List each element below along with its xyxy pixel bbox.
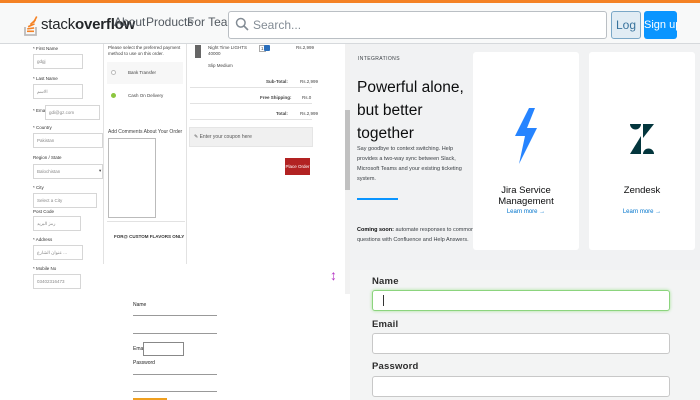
checkout-form-panel: * First Name gdgj * Last Name الاسم * Em…: [0, 44, 345, 294]
post-code-label: Post Code: [33, 209, 55, 214]
zendesk-card-title: Zendesk: [623, 185, 661, 196]
first-name-label: * First Name: [33, 46, 59, 51]
custom-flavors-note: FOR@ CUSTOM FLAVORS ONLY: [114, 234, 185, 239]
jira-icon: [511, 108, 541, 169]
integrations-section: INTEGRATIONS Powerful alone, but better …: [350, 44, 700, 270]
region-label: Region / State: [33, 155, 62, 160]
section-title: Powerful alone, but better together: [357, 79, 464, 142]
section-body: Say goodbye to context switching. Help p…: [357, 146, 462, 182]
password-input[interactable]: [372, 376, 670, 397]
bank-transfer-label: Bank Transfer: [128, 70, 157, 75]
post-code-field[interactable]: رمز البريد: [33, 216, 81, 231]
place-order-button[interactable]: Place Order: [285, 158, 310, 175]
search-input[interactable]: [253, 16, 593, 34]
subtotal-row: Sub-Total: Rs.2,999: [190, 74, 318, 88]
total-label: Total:: [276, 111, 288, 116]
shipping-row: Free Shipping: Rs.0: [190, 90, 312, 104]
mini-name-input[interactable]: [133, 315, 217, 316]
mobile-label: * Mobile No: [33, 266, 57, 271]
jira-learn-more-link[interactable]: Learn more →: [473, 209, 579, 215]
email-input[interactable]: [372, 333, 670, 354]
jira-card-title: Jira Service Management: [498, 185, 554, 207]
password-label: Password: [372, 361, 419, 372]
zendesk-icon: [630, 120, 654, 159]
stackoverflow-logo-icon: [24, 11, 38, 37]
cod-radio[interactable]: [111, 93, 116, 98]
product-thumbnail: [195, 45, 201, 58]
last-name-field[interactable]: الاسم: [33, 84, 83, 99]
last-name-label: * Last Name: [33, 76, 58, 81]
name-input[interactable]: [372, 290, 670, 311]
product-variant: Slip Medium: [208, 63, 233, 68]
mobile-field[interactable]: 03402316473: [33, 274, 81, 289]
city-label: * City: [33, 185, 44, 190]
signup-button[interactable]: Sign up: [644, 11, 677, 39]
comments-label: Add Comments About Your Order: [108, 129, 183, 135]
address-label: * Address: [33, 237, 53, 242]
payment-option-bank[interactable]: Bank Transfer: [107, 62, 183, 84]
mini-password-label: Password: [133, 360, 155, 366]
coming-soon-note: Coming soon: automate responses to commo…: [357, 227, 475, 243]
zendesk-learn-more-link[interactable]: Learn more →: [589, 209, 695, 215]
resize-cursor-icon: ↕: [330, 267, 337, 283]
integration-card-jira[interactable]: Jira Service Management Learn more →: [473, 52, 579, 250]
email-field[interactable]: gdi@gz.com: [45, 105, 100, 120]
name-label: Name: [372, 276, 399, 287]
search-icon: [235, 17, 249, 36]
product-price: Rs.2,999: [296, 45, 315, 50]
coupon-placeholder: Enter your coupon here: [199, 134, 252, 140]
search-box[interactable]: [228, 11, 607, 39]
mini-password-input[interactable]: [133, 374, 217, 375]
text-caret: [383, 295, 384, 306]
signup-form: Name Email Password: [350, 270, 700, 400]
subtotal-value: Rs.2,999: [300, 79, 319, 84]
cod-label: Cash On Delivery: [128, 93, 164, 98]
column-divider: [186, 44, 187, 264]
shipping-label: Free Shipping:: [260, 95, 292, 100]
mini-name-label: Name: [133, 302, 147, 308]
address-field[interactable]: عنوان الشارع ...: [33, 245, 83, 260]
subtotal-label: Sub-Total:: [266, 79, 288, 84]
mini-divider: [133, 391, 217, 392]
bank-transfer-radio[interactable]: [111, 70, 116, 75]
comments-textarea[interactable]: [108, 138, 156, 218]
city-select[interactable]: Select a City: [33, 193, 97, 208]
column-divider: [103, 44, 104, 264]
tag-icon: ✎: [194, 134, 199, 140]
mini-divider: [133, 333, 217, 334]
integration-card-zendesk[interactable]: Zendesk Learn more →: [589, 52, 695, 250]
total-value: Rs.2,999: [300, 111, 319, 116]
coupon-input[interactable]: ✎ Enter your coupon here: [189, 127, 313, 147]
payment-prompt: Please select the preferred payment meth…: [108, 45, 181, 56]
nav-about[interactable]: About: [114, 15, 145, 29]
section-eyebrow: INTEGRATIONS: [358, 56, 400, 62]
first-name-field[interactable]: gdgj: [33, 54, 83, 69]
top-navbar: stackoverflow About Products For Teams L…: [0, 0, 700, 58]
login-button[interactable]: Log in: [611, 11, 641, 58]
divider: [107, 221, 185, 222]
chevron-down-icon: ▾: [99, 168, 102, 173]
refresh-icon[interactable]: [264, 45, 270, 51]
mini-email-input[interactable]: [143, 342, 184, 356]
country-field[interactable]: Pakistan: [33, 133, 103, 148]
product-name: Night Time LIGHTS 40000: [208, 45, 248, 56]
email-label: Email: [372, 319, 399, 330]
country-label: * Country: [33, 125, 52, 130]
accent-divider: [357, 198, 398, 200]
region-select[interactable]: Balochistan: [33, 164, 103, 179]
shipping-value: Rs.0: [302, 95, 312, 100]
total-row: Total: Rs.2,999: [190, 106, 318, 120]
payment-option-cod[interactable]: Cash On Delivery: [107, 86, 183, 108]
